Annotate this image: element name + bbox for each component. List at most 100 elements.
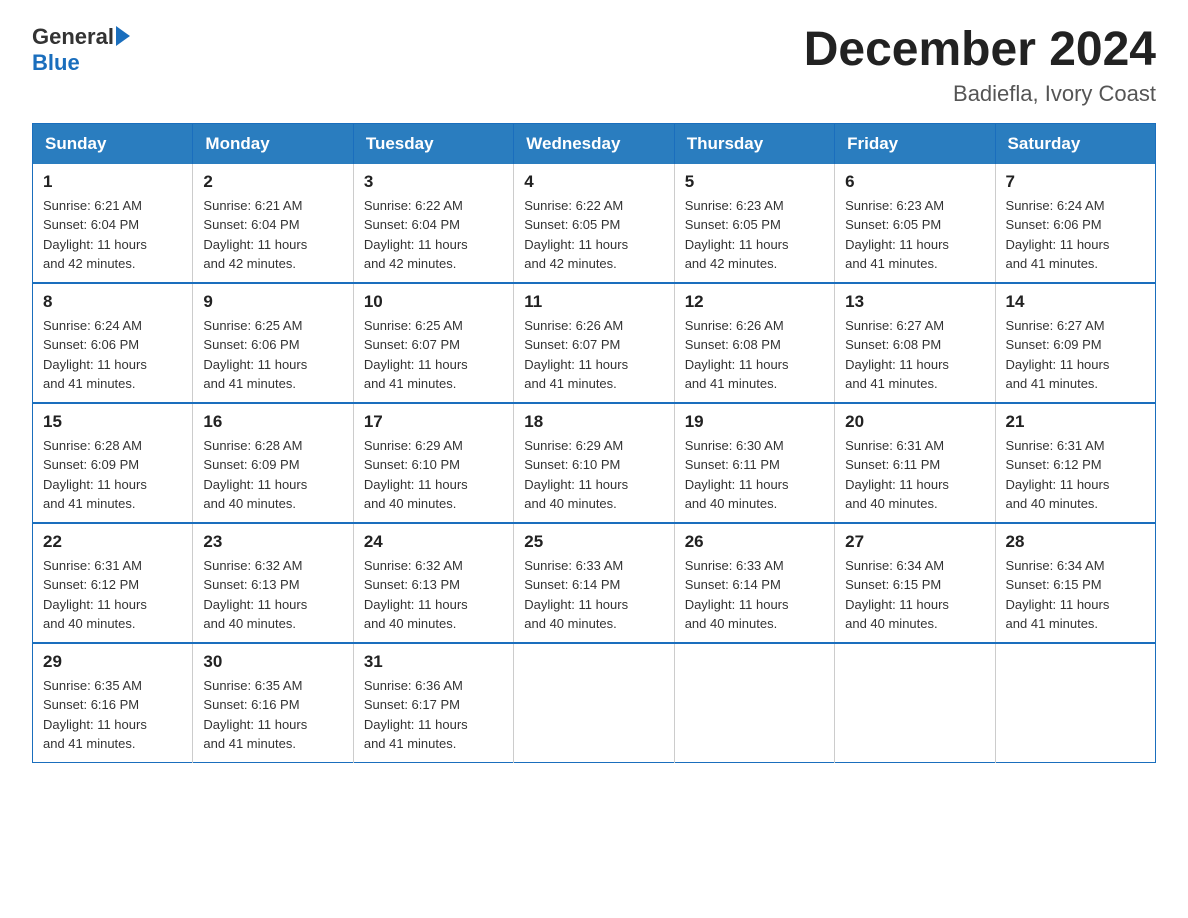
day-info: Sunrise: 6:23 AMSunset: 6:05 PMDaylight:… [845,196,984,274]
day-number: 4 [524,172,663,192]
calendar-day-cell: 14 Sunrise: 6:27 AMSunset: 6:09 PMDaylig… [995,283,1155,403]
day-info: Sunrise: 6:31 AMSunset: 6:12 PMDaylight:… [43,556,182,634]
day-number: 27 [845,532,984,552]
day-info: Sunrise: 6:35 AMSunset: 6:16 PMDaylight:… [43,676,182,754]
calendar-day-cell: 25 Sunrise: 6:33 AMSunset: 6:14 PMDaylig… [514,523,674,643]
day-info: Sunrise: 6:35 AMSunset: 6:16 PMDaylight:… [203,676,342,754]
day-number: 28 [1006,532,1145,552]
day-number: 16 [203,412,342,432]
calendar-day-cell: 15 Sunrise: 6:28 AMSunset: 6:09 PMDaylig… [33,403,193,523]
calendar-week-row: 8 Sunrise: 6:24 AMSunset: 6:06 PMDayligh… [33,283,1156,403]
day-number: 11 [524,292,663,312]
day-number: 6 [845,172,984,192]
day-info: Sunrise: 6:28 AMSunset: 6:09 PMDaylight:… [43,436,182,514]
day-info: Sunrise: 6:24 AMSunset: 6:06 PMDaylight:… [43,316,182,394]
day-number: 17 [364,412,503,432]
day-number: 8 [43,292,182,312]
calendar-day-cell [514,643,674,763]
calendar-day-cell: 17 Sunrise: 6:29 AMSunset: 6:10 PMDaylig… [353,403,513,523]
calendar-day-cell: 8 Sunrise: 6:24 AMSunset: 6:06 PMDayligh… [33,283,193,403]
day-info: Sunrise: 6:31 AMSunset: 6:11 PMDaylight:… [845,436,984,514]
day-number: 26 [685,532,824,552]
logo-arrow-icon [116,26,130,46]
calendar-day-cell: 30 Sunrise: 6:35 AMSunset: 6:16 PMDaylig… [193,643,353,763]
day-number: 14 [1006,292,1145,312]
month-title: December 2024 [804,24,1156,77]
day-info: Sunrise: 6:34 AMSunset: 6:15 PMDaylight:… [1006,556,1145,634]
calendar-day-cell: 4 Sunrise: 6:22 AMSunset: 6:05 PMDayligh… [514,164,674,283]
calendar-day-cell: 11 Sunrise: 6:26 AMSunset: 6:07 PMDaylig… [514,283,674,403]
day-info: Sunrise: 6:27 AMSunset: 6:08 PMDaylight:… [845,316,984,394]
calendar-day-cell: 3 Sunrise: 6:22 AMSunset: 6:04 PMDayligh… [353,164,513,283]
day-number: 30 [203,652,342,672]
calendar-day-cell: 22 Sunrise: 6:31 AMSunset: 6:12 PMDaylig… [33,523,193,643]
calendar-day-cell: 18 Sunrise: 6:29 AMSunset: 6:10 PMDaylig… [514,403,674,523]
calendar-day-cell: 10 Sunrise: 6:25 AMSunset: 6:07 PMDaylig… [353,283,513,403]
calendar-day-cell: 27 Sunrise: 6:34 AMSunset: 6:15 PMDaylig… [835,523,995,643]
day-info: Sunrise: 6:31 AMSunset: 6:12 PMDaylight:… [1006,436,1145,514]
logo-blue-text: Blue [32,50,80,76]
weekday-header-tuesday: Tuesday [353,123,513,164]
day-info: Sunrise: 6:27 AMSunset: 6:09 PMDaylight:… [1006,316,1145,394]
calendar-week-row: 22 Sunrise: 6:31 AMSunset: 6:12 PMDaylig… [33,523,1156,643]
day-info: Sunrise: 6:25 AMSunset: 6:06 PMDaylight:… [203,316,342,394]
day-info: Sunrise: 6:33 AMSunset: 6:14 PMDaylight:… [524,556,663,634]
day-info: Sunrise: 6:29 AMSunset: 6:10 PMDaylight:… [364,436,503,514]
day-info: Sunrise: 6:21 AMSunset: 6:04 PMDaylight:… [43,196,182,274]
day-info: Sunrise: 6:22 AMSunset: 6:04 PMDaylight:… [364,196,503,274]
day-number: 19 [685,412,824,432]
day-number: 29 [43,652,182,672]
calendar-day-cell: 24 Sunrise: 6:32 AMSunset: 6:13 PMDaylig… [353,523,513,643]
calendar-day-cell [674,643,834,763]
weekday-header-monday: Monday [193,123,353,164]
page-header: General Blue December 2024 Badiefla, Ivo… [32,24,1156,107]
day-number: 24 [364,532,503,552]
day-info: Sunrise: 6:21 AMSunset: 6:04 PMDaylight:… [203,196,342,274]
day-number: 23 [203,532,342,552]
day-number: 9 [203,292,342,312]
day-info: Sunrise: 6:32 AMSunset: 6:13 PMDaylight:… [364,556,503,634]
weekday-header-wednesday: Wednesday [514,123,674,164]
calendar-week-row: 1 Sunrise: 6:21 AMSunset: 6:04 PMDayligh… [33,164,1156,283]
day-info: Sunrise: 6:28 AMSunset: 6:09 PMDaylight:… [203,436,342,514]
weekday-header-friday: Friday [835,123,995,164]
calendar-day-cell: 7 Sunrise: 6:24 AMSunset: 6:06 PMDayligh… [995,164,1155,283]
day-info: Sunrise: 6:33 AMSunset: 6:14 PMDaylight:… [685,556,824,634]
day-number: 15 [43,412,182,432]
calendar-day-cell: 28 Sunrise: 6:34 AMSunset: 6:15 PMDaylig… [995,523,1155,643]
day-number: 18 [524,412,663,432]
day-number: 25 [524,532,663,552]
calendar-day-cell: 23 Sunrise: 6:32 AMSunset: 6:13 PMDaylig… [193,523,353,643]
calendar-week-row: 29 Sunrise: 6:35 AMSunset: 6:16 PMDaylig… [33,643,1156,763]
calendar-day-cell: 26 Sunrise: 6:33 AMSunset: 6:14 PMDaylig… [674,523,834,643]
calendar-day-cell: 12 Sunrise: 6:26 AMSunset: 6:08 PMDaylig… [674,283,834,403]
day-info: Sunrise: 6:24 AMSunset: 6:06 PMDaylight:… [1006,196,1145,274]
day-info: Sunrise: 6:25 AMSunset: 6:07 PMDaylight:… [364,316,503,394]
calendar-table: SundayMondayTuesdayWednesdayThursdayFrid… [32,123,1156,763]
weekday-header-saturday: Saturday [995,123,1155,164]
calendar-day-cell [835,643,995,763]
day-info: Sunrise: 6:23 AMSunset: 6:05 PMDaylight:… [685,196,824,274]
day-number: 3 [364,172,503,192]
calendar-day-cell: 2 Sunrise: 6:21 AMSunset: 6:04 PMDayligh… [193,164,353,283]
day-number: 22 [43,532,182,552]
day-number: 12 [685,292,824,312]
day-number: 20 [845,412,984,432]
day-info: Sunrise: 6:26 AMSunset: 6:07 PMDaylight:… [524,316,663,394]
day-number: 31 [364,652,503,672]
calendar-day-cell: 21 Sunrise: 6:31 AMSunset: 6:12 PMDaylig… [995,403,1155,523]
calendar-day-cell: 16 Sunrise: 6:28 AMSunset: 6:09 PMDaylig… [193,403,353,523]
logo-general-text: General [32,24,114,50]
day-number: 5 [685,172,824,192]
calendar-day-cell: 13 Sunrise: 6:27 AMSunset: 6:08 PMDaylig… [835,283,995,403]
calendar-day-cell: 20 Sunrise: 6:31 AMSunset: 6:11 PMDaylig… [835,403,995,523]
day-number: 7 [1006,172,1145,192]
day-info: Sunrise: 6:36 AMSunset: 6:17 PMDaylight:… [364,676,503,754]
day-info: Sunrise: 6:30 AMSunset: 6:11 PMDaylight:… [685,436,824,514]
day-number: 13 [845,292,984,312]
weekday-header-thursday: Thursday [674,123,834,164]
logo: General Blue [32,24,130,76]
calendar-day-cell: 29 Sunrise: 6:35 AMSunset: 6:16 PMDaylig… [33,643,193,763]
weekday-header-row: SundayMondayTuesdayWednesdayThursdayFrid… [33,123,1156,164]
day-info: Sunrise: 6:34 AMSunset: 6:15 PMDaylight:… [845,556,984,634]
